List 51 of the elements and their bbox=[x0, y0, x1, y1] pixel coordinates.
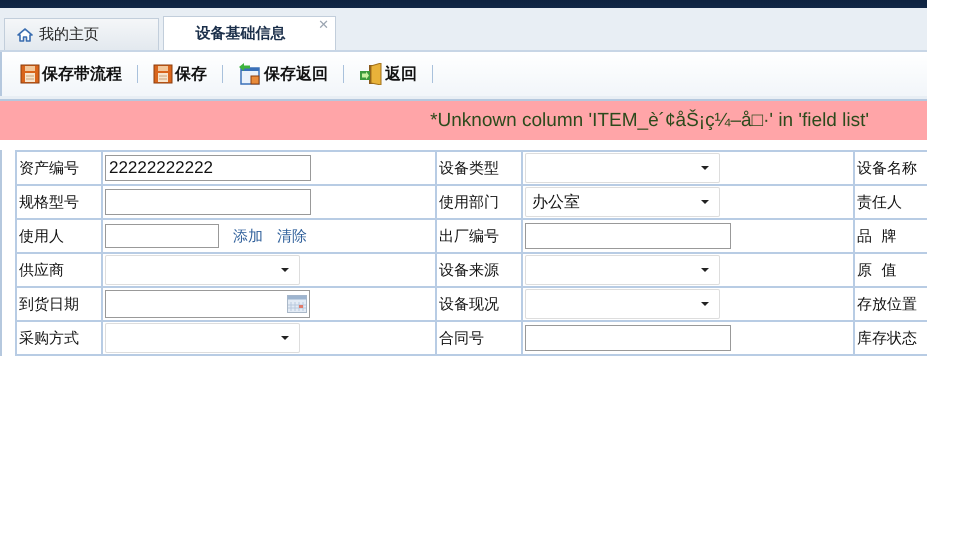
field-label: 采购方式 bbox=[17, 322, 103, 356]
field-label: 设备名称 bbox=[855, 152, 927, 186]
link[interactable]: 清除 bbox=[277, 226, 307, 246]
field-label: 到货日期 bbox=[17, 288, 103, 322]
error-message: *Unknown column 'ITEM_è´¢åŠ¡ç¼–å□·' in 'field list' bbox=[0, 101, 927, 140]
save-icon bbox=[153, 64, 173, 84]
field-label: 设备来源 bbox=[437, 254, 523, 288]
home-icon bbox=[17, 28, 33, 42]
link[interactable]: 添加 bbox=[233, 226, 263, 246]
tab[interactable]: 我的主页 bbox=[4, 18, 159, 50]
caret-icon bbox=[281, 268, 289, 272]
field-label: 规格型号 bbox=[17, 186, 103, 220]
caret-icon bbox=[701, 166, 709, 170]
toolbar-button[interactable]: 保存带流程 bbox=[18, 62, 124, 86]
dropdown[interactable] bbox=[525, 289, 720, 319]
dropdown[interactable]: 办公室 bbox=[525, 187, 720, 217]
save-icon bbox=[20, 64, 40, 84]
dropdown[interactable] bbox=[105, 323, 300, 353]
caret-icon bbox=[701, 302, 709, 306]
dropdown[interactable] bbox=[105, 255, 300, 285]
text-field[interactable] bbox=[105, 189, 311, 215]
field-label: 使用部门 bbox=[437, 186, 523, 220]
date-field[interactable] bbox=[105, 290, 310, 318]
field-label: 资产编号 bbox=[17, 152, 103, 186]
field-label: 使用人 bbox=[17, 220, 103, 254]
window-arrow-icon bbox=[238, 63, 262, 85]
toolbar-button[interactable]: 保存 bbox=[151, 62, 209, 86]
text-field[interactable] bbox=[105, 224, 219, 248]
field-label: 品 牌 bbox=[855, 220, 927, 254]
toolbar-button[interactable]: 保存返回 bbox=[236, 61, 330, 87]
text-field[interactable] bbox=[525, 223, 731, 249]
calendar-icon[interactable] bbox=[287, 295, 307, 313]
text-field[interactable]: 22222222222 bbox=[105, 155, 311, 181]
field-label: 合同号 bbox=[437, 322, 523, 356]
field-label: 责任人 bbox=[855, 186, 927, 220]
field-label: 存放位置 bbox=[855, 288, 927, 322]
field-label: 设备类型 bbox=[437, 152, 523, 186]
field-label: 原 值 bbox=[855, 254, 927, 288]
dropdown[interactable] bbox=[525, 255, 720, 285]
dropdown[interactable] bbox=[525, 153, 720, 183]
field-label: 出厂编号 bbox=[437, 220, 523, 254]
caret-icon bbox=[281, 336, 289, 340]
caret-icon bbox=[701, 200, 709, 204]
field-label: 库存状态 bbox=[855, 322, 927, 356]
toolbar-button[interactable]: 返回 bbox=[357, 61, 419, 87]
tab[interactable]: 设备基础信息 ✕ bbox=[163, 16, 336, 50]
field-label: 供应商 bbox=[17, 254, 103, 288]
caret-icon bbox=[701, 268, 709, 272]
text-field[interactable] bbox=[525, 325, 731, 351]
field-label: 设备现况 bbox=[437, 288, 523, 322]
door-icon bbox=[359, 63, 383, 85]
